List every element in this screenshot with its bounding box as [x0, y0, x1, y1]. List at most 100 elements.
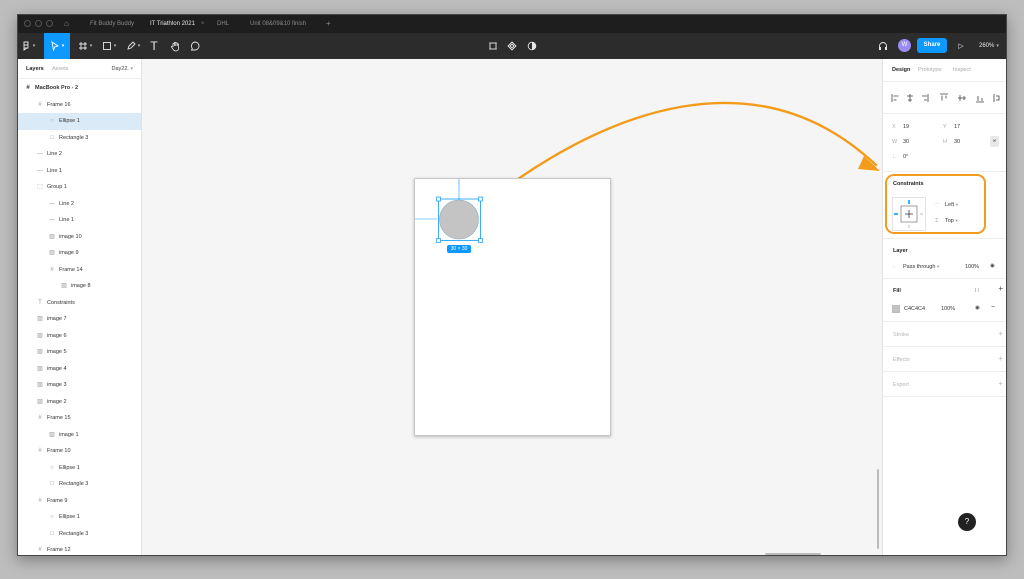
rotation-field[interactable]: 0°	[903, 154, 908, 160]
tab-layers[interactable]: Layers	[26, 66, 44, 72]
layer-row[interactable]: ▨ image 9	[18, 245, 141, 262]
layer-row[interactable]: — Line 2	[18, 196, 141, 213]
blend-mode-select[interactable]: Pass through ▾	[903, 264, 939, 270]
align-bottom-icon[interactable]	[976, 96, 984, 103]
add-export-icon[interactable]: +	[998, 379, 1003, 388]
constraints-widget[interactable]	[892, 197, 926, 231]
layer-row[interactable]: ▨ image 4	[18, 361, 141, 378]
align-right-icon[interactable]	[922, 94, 929, 102]
home-icon[interactable]: ⌂	[64, 15, 69, 33]
layer-row[interactable]: ▨ image 10	[18, 229, 141, 246]
layer-row[interactable]: ▨ image 3	[18, 377, 141, 394]
shape-tool-icon[interactable]: ▾	[98, 33, 120, 59]
align-horizontal-center-icon[interactable]	[907, 94, 913, 102]
create-component-icon[interactable]	[505, 33, 519, 59]
layer-opacity-field[interactable]: 100%	[965, 264, 979, 270]
zoom-level[interactable]: 260% ▾	[979, 33, 999, 59]
contrast-icon[interactable]	[525, 33, 539, 59]
add-effect-icon[interactable]: +	[998, 354, 1003, 363]
layer-row[interactable]: ▨ image 1	[18, 427, 141, 444]
hand-tool-icon[interactable]	[166, 33, 184, 59]
layer-row[interactable]: # Frame 16	[18, 97, 141, 114]
constrain-proportions-icon[interactable]: ∞	[990, 136, 999, 147]
resize-handle-top-right[interactable]	[478, 196, 483, 202]
close-window-icon[interactable]	[24, 20, 31, 27]
layer-row[interactable]: ⬚ Group 1	[18, 179, 141, 196]
align-top-icon[interactable]	[940, 93, 948, 101]
close-tab-icon[interactable]: ×	[201, 21, 205, 27]
layer-row[interactable]: # Frame 12	[18, 542, 141, 555]
layer-row[interactable]: # Frame 10	[18, 443, 141, 460]
main-menu-icon[interactable]: ▾	[18, 33, 44, 59]
tab-unit-finish[interactable]: Unit 08&09&10 finish	[250, 15, 306, 33]
layer-row[interactable]: — Line 1	[18, 163, 141, 180]
pen-tool-icon[interactable]: ▾	[122, 33, 144, 59]
layer-row[interactable]: # MacBook Pro - 2	[18, 80, 141, 97]
fill-hex-field[interactable]: C4C4C4	[904, 306, 925, 312]
add-fill-icon[interactable]: +	[998, 284, 1003, 293]
add-stroke-icon[interactable]: +	[998, 329, 1003, 338]
layer-row[interactable]: ▨ image 2	[18, 394, 141, 411]
tab-assets[interactable]: Assets	[52, 66, 69, 72]
page-selector[interactable]: Day22. ▾	[112, 66, 133, 72]
layer-row[interactable]: ▨ image 5	[18, 344, 141, 361]
fill-opacity-field[interactable]: 100%	[941, 306, 955, 312]
layer-row[interactable]: — Line 2	[18, 146, 141, 163]
layer-row[interactable]: T Constraints	[18, 295, 141, 312]
macbook-pro-frame[interactable]: 30 × 30	[414, 178, 611, 436]
layer-row[interactable]: # Frame 15	[18, 410, 141, 427]
user-avatar[interactable]: W	[898, 39, 911, 52]
text-tool-icon[interactable]: T	[146, 33, 162, 59]
help-button[interactable]: ?	[958, 513, 976, 531]
layer-row[interactable]: — Line 1	[18, 212, 141, 229]
layer-row[interactable]: # Frame 14	[18, 262, 141, 279]
layer-row[interactable]: # Frame 9	[18, 493, 141, 510]
layer-row[interactable]: □ Rectangle 3	[18, 130, 141, 147]
resize-handle-top-left[interactable]	[436, 196, 441, 202]
layer-row[interactable]: □ Rectangle 3	[18, 526, 141, 543]
resize-handle-bottom-right[interactable]	[478, 238, 483, 243]
fill-color-swatch[interactable]	[892, 305, 900, 313]
move-tool-icon[interactable]: ▾	[44, 33, 70, 59]
comment-tool-icon[interactable]	[186, 33, 204, 59]
align-vertical-center-icon[interactable]	[958, 95, 966, 101]
frame-tool-icon[interactable]: ▾	[74, 33, 96, 59]
align-left-icon[interactable]	[891, 94, 899, 102]
layer-row[interactable]: ○ Ellipse 1	[18, 460, 141, 477]
y-field[interactable]: 17	[954, 124, 960, 130]
remove-fill-icon[interactable]: −	[991, 304, 995, 311]
tab-dhl[interactable]: DHL	[217, 15, 229, 33]
new-tab-icon[interactable]: +	[326, 15, 331, 33]
tab-prototype[interactable]: Prototype	[918, 67, 942, 73]
layer-row[interactable]: □ Rectangle 3	[18, 476, 141, 493]
layer-row[interactable]: ▨ image 8	[18, 278, 141, 295]
distribute-icon[interactable]	[993, 94, 1000, 102]
ellipse-1[interactable]	[439, 199, 479, 240]
tab-design[interactable]: Design	[892, 67, 910, 73]
canvas[interactable]: 30 × 30	[142, 59, 882, 555]
tab-inspect[interactable]: Inspect	[953, 67, 971, 73]
share-button[interactable]: Share	[917, 38, 947, 53]
component-icon[interactable]	[486, 33, 500, 59]
fill-visibility-eye-icon[interactable]: ◉	[975, 305, 980, 311]
present-play-icon[interactable]: ▷	[954, 33, 968, 59]
visibility-eye-icon[interactable]: ◉	[990, 263, 995, 269]
headphones-icon[interactable]	[876, 33, 890, 59]
layer-row[interactable]: ○ Ellipse 1	[18, 509, 141, 526]
maximize-window-icon[interactable]	[46, 20, 53, 27]
horizontal-constraint-select[interactable]: Left ▾	[945, 202, 958, 208]
height-field[interactable]: 30	[954, 139, 960, 145]
fill-styles-icon[interactable]: ∷	[975, 287, 979, 294]
tab-it-triathlon[interactable]: IT Triathlon 2021 ×	[150, 15, 204, 33]
width-field[interactable]: 30	[903, 139, 909, 145]
layer-row[interactable]: ▨ image 7	[18, 311, 141, 328]
horizontal-scrollbar[interactable]	[765, 553, 821, 555]
vertical-scrollbar[interactable]	[877, 469, 879, 549]
minimize-window-icon[interactable]	[35, 20, 42, 27]
x-field[interactable]: 19	[903, 124, 909, 130]
vertical-constraint-select[interactable]: Top ▾	[945, 218, 958, 224]
tab-fit-buddy[interactable]: Fit Buddy Buddy	[90, 15, 134, 33]
resize-handle-bottom-left[interactable]	[436, 238, 441, 243]
layer-row[interactable]: ○ Ellipse 1	[18, 113, 141, 130]
layer-row[interactable]: ▨ image 6	[18, 328, 141, 345]
